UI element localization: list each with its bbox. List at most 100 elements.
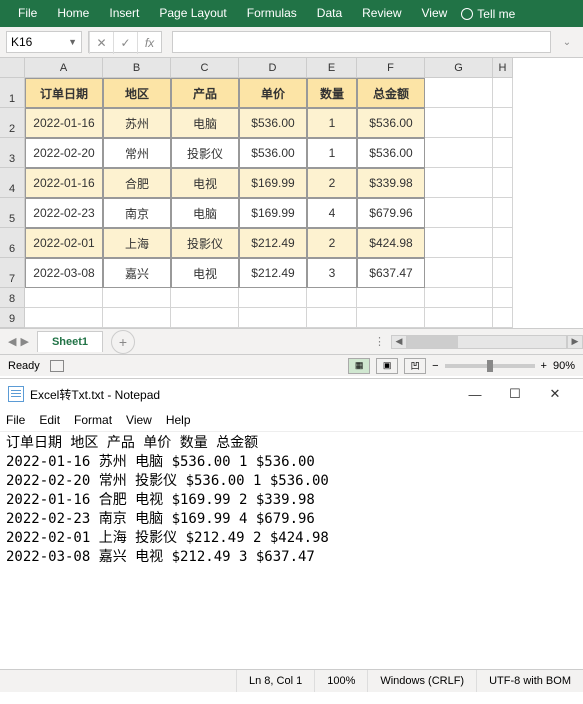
row-header[interactable]: 1 [0, 78, 25, 108]
table-cell[interactable]: $536.00 [239, 108, 307, 138]
page-break-view-button[interactable]: 凹 [404, 358, 426, 374]
table-cell[interactable]: 苏州 [103, 108, 171, 138]
empty-cell[interactable] [25, 308, 103, 328]
empty-cell[interactable] [171, 288, 239, 308]
table-cell[interactable]: 2022-02-01 [25, 228, 103, 258]
empty-cell[interactable] [425, 78, 493, 108]
table-cell[interactable]: 投影仪 [171, 228, 239, 258]
table-cell[interactable]: 合肥 [103, 168, 171, 198]
table-cell[interactable]: 南京 [103, 198, 171, 228]
empty-cell[interactable] [239, 308, 307, 328]
table-cell[interactable]: 1 [307, 138, 357, 168]
tab-nav-next-icon[interactable]: ▶ [20, 335, 28, 348]
empty-cell[interactable] [307, 288, 357, 308]
table-cell[interactable]: 电视 [171, 258, 239, 288]
tell-me-button[interactable]: Tell me [461, 7, 515, 21]
row-header[interactable]: 9 [0, 308, 25, 328]
ribbon-tab-review[interactable]: Review [352, 0, 411, 27]
table-cell[interactable]: $536.00 [239, 138, 307, 168]
table-header-cell[interactable]: 总金额 [357, 78, 425, 108]
new-sheet-button[interactable]: + [111, 330, 135, 354]
row-header[interactable]: 5 [0, 198, 25, 228]
table-header-cell[interactable]: 数量 [307, 78, 357, 108]
notepad-text-area[interactable]: 订单日期 地区 产品 单价 数量 总金额 2022-01-16 苏州 电脑 $5… [0, 431, 583, 669]
np-menu-file[interactable]: File [6, 413, 25, 427]
col-header[interactable]: A [25, 58, 103, 78]
table-cell[interactable]: 电视 [171, 168, 239, 198]
ribbon-tab-pagelayout[interactable]: Page Layout [149, 0, 236, 27]
table-cell[interactable]: $536.00 [357, 138, 425, 168]
table-cell[interactable]: 上海 [103, 228, 171, 258]
table-cell[interactable]: $169.99 [239, 198, 307, 228]
normal-view-button[interactable]: ▦ [348, 358, 370, 374]
empty-cell[interactable] [493, 168, 513, 198]
empty-cell[interactable] [493, 108, 513, 138]
table-header-cell[interactable]: 地区 [103, 78, 171, 108]
table-cell[interactable]: $424.98 [357, 228, 425, 258]
row-header[interactable]: 3 [0, 138, 25, 168]
macro-record-icon[interactable] [50, 360, 64, 372]
zoom-slider[interactable] [445, 364, 535, 368]
col-header[interactable]: B [103, 58, 171, 78]
ribbon-tab-view[interactable]: View [412, 0, 458, 27]
table-cell[interactable]: $169.99 [239, 168, 307, 198]
table-cell[interactable]: 常州 [103, 138, 171, 168]
close-button[interactable]: ✕ [535, 379, 575, 409]
row-header[interactable]: 8 [0, 288, 25, 308]
table-cell[interactable]: 2 [307, 168, 357, 198]
expand-formula-icon[interactable]: ⌄ [557, 37, 577, 48]
col-header[interactable]: E [307, 58, 357, 78]
np-menu-edit[interactable]: Edit [39, 413, 60, 427]
table-cell[interactable]: $212.49 [239, 228, 307, 258]
table-cell[interactable]: $339.98 [357, 168, 425, 198]
empty-cell[interactable] [425, 228, 493, 258]
empty-cell[interactable] [425, 308, 493, 328]
table-cell[interactable]: 1 [307, 108, 357, 138]
zoom-out-button[interactable]: − [432, 360, 438, 372]
empty-cell[interactable] [493, 288, 513, 308]
row-header[interactable]: 6 [0, 228, 25, 258]
row-header[interactable]: 7 [0, 258, 25, 288]
table-cell[interactable]: 电脑 [171, 108, 239, 138]
empty-cell[interactable] [493, 198, 513, 228]
empty-cell[interactable] [357, 308, 425, 328]
empty-cell[interactable] [103, 288, 171, 308]
table-header-cell[interactable]: 订单日期 [25, 78, 103, 108]
empty-cell[interactable] [425, 138, 493, 168]
scroll-left-button[interactable]: ◀ [391, 335, 407, 349]
horizontal-scrollbar[interactable] [407, 335, 567, 349]
np-menu-format[interactable]: Format [74, 413, 112, 427]
scroll-right-button[interactable]: ▶ [567, 335, 583, 349]
table-cell[interactable]: 投影仪 [171, 138, 239, 168]
empty-cell[interactable] [307, 308, 357, 328]
row-header[interactable]: 4 [0, 168, 25, 198]
table-cell[interactable]: 嘉兴 [103, 258, 171, 288]
table-cell[interactable]: 2022-01-16 [25, 168, 103, 198]
ribbon-tab-insert[interactable]: Insert [99, 0, 149, 27]
ribbon-tab-file[interactable]: File [8, 0, 47, 27]
table-cell[interactable]: 3 [307, 258, 357, 288]
empty-cell[interactable] [171, 308, 239, 328]
table-header-cell[interactable]: 单价 [239, 78, 307, 108]
zoom-level[interactable]: 90% [553, 360, 575, 372]
maximize-button[interactable]: ☐ [495, 379, 535, 409]
table-cell[interactable]: $212.49 [239, 258, 307, 288]
empty-cell[interactable] [493, 228, 513, 258]
table-cell[interactable]: 4 [307, 198, 357, 228]
enter-formula-icon[interactable]: ✓ [113, 32, 137, 54]
table-cell[interactable]: 2022-03-08 [25, 258, 103, 288]
empty-cell[interactable] [493, 138, 513, 168]
table-cell[interactable]: $536.00 [357, 108, 425, 138]
formula-input[interactable] [172, 31, 551, 53]
empty-cell[interactable] [425, 288, 493, 308]
empty-cell[interactable] [425, 108, 493, 138]
empty-cell[interactable] [493, 258, 513, 288]
col-header[interactable]: F [357, 58, 425, 78]
empty-cell[interactable] [25, 288, 103, 308]
col-header[interactable]: H [493, 58, 513, 78]
sheet-tab[interactable]: Sheet1 [37, 331, 103, 352]
np-menu-help[interactable]: Help [166, 413, 191, 427]
table-header-cell[interactable]: 产品 [171, 78, 239, 108]
table-cell[interactable]: 2022-02-23 [25, 198, 103, 228]
ribbon-tab-data[interactable]: Data [307, 0, 352, 27]
